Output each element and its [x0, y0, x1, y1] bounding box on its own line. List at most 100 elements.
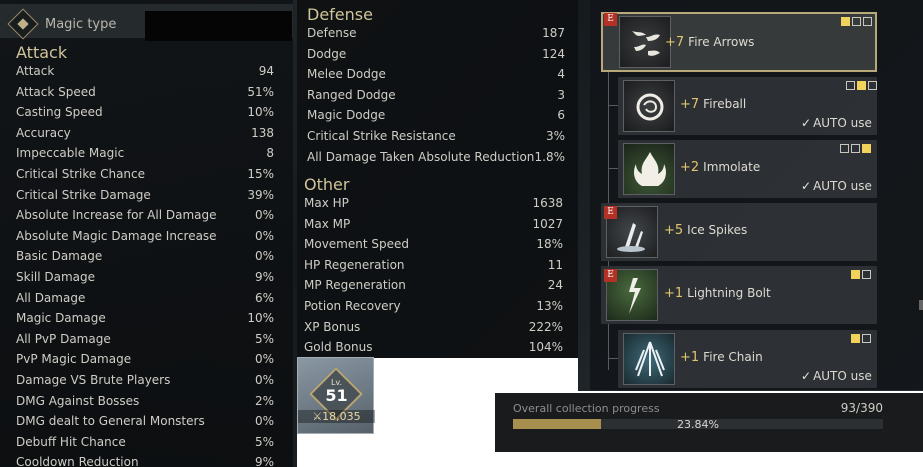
- stat-value: 10%: [247, 311, 274, 326]
- fire-chain-icon: [623, 333, 675, 385]
- stat-name: Basic Damage: [16, 249, 103, 264]
- stat-value: 18%: [536, 237, 563, 252]
- stat-value: 104%: [528, 340, 563, 355]
- magic-type-bar[interactable]: Magic type: [0, 4, 293, 41]
- tree-line: [608, 168, 618, 169]
- stat-value: 13%: [536, 298, 563, 313]
- scrollbar-thumb[interactable]: [919, 300, 923, 310]
- stat-name: Attack: [16, 64, 55, 78]
- skill-row-lightning-bolt[interactable]: +1 Lightning Bolt: [601, 266, 877, 324]
- checkmark-icon: ✓: [801, 369, 812, 383]
- other-section-title: Other: [304, 175, 350, 194]
- stat-value: 1.8%: [534, 149, 566, 164]
- attack-stat-row: Attack 94: [16, 61, 274, 82]
- skill-slot-pips[interactable]: [840, 144, 871, 153]
- attack-stat-row: Casting Speed 10%: [16, 102, 274, 123]
- defense-stat-list: Defense 187 Dodge 124 Melee Dodge 4 Ranged Dod…: [307, 23, 565, 167]
- stat-value: 0%: [254, 372, 274, 387]
- stat-name: All PvP Damage: [16, 331, 111, 346]
- skill-row-immolate[interactable]: +2 Immolate ✓ AUTO use: [618, 140, 877, 198]
- stat-value: 2%: [254, 393, 274, 408]
- attack-stat-row: Absolute Increase for All Damage 0%: [16, 205, 274, 226]
- defense-stat-row: Critical Strike Resistance 3%: [307, 126, 565, 147]
- slot-pip-filled: [851, 334, 860, 343]
- stat-value: 5%: [254, 434, 274, 449]
- stat-name: All Damage Taken Absolute Reduction: [307, 149, 535, 164]
- stat-value: 51%: [247, 84, 274, 99]
- stat-name: XP Bonus: [304, 319, 361, 334]
- skill-slot-pips[interactable]: [851, 270, 871, 279]
- immolate-icon: [623, 143, 675, 195]
- other-stat-row: Movement Speed 18%: [304, 234, 563, 255]
- level-badge[interactable]: Lv. 51 ⚔18,035: [297, 357, 375, 434]
- skill-slot-pips[interactable]: [851, 334, 871, 343]
- stat-value: 6: [557, 108, 565, 123]
- slot-pip-empty: [868, 81, 877, 90]
- stat-name: DMG dealt to General Monsters: [16, 414, 205, 429]
- stat-value: 15%: [247, 166, 274, 181]
- auto-use-toggle[interactable]: ✓ AUTO use: [801, 369, 872, 383]
- level-number: 51: [325, 386, 348, 405]
- stat-value: 187: [542, 26, 565, 40]
- other-stat-row: Max MP 1027: [304, 214, 563, 235]
- stat-name: Absolute Magic Damage Increase: [16, 228, 217, 243]
- magic-type-label: Magic type: [45, 17, 117, 32]
- attack-stat-row: All PvP Damage 5%: [16, 329, 274, 350]
- stat-value: 9%: [254, 455, 274, 467]
- e-badge: E: [604, 206, 617, 219]
- other-stat-row: Potion Recovery 13%: [304, 296, 563, 317]
- stat-name: Debuff Hit Chance: [16, 434, 126, 449]
- skill-label: +5 Ice Spikes: [664, 223, 748, 238]
- stat-value: 0%: [254, 249, 274, 264]
- diamond-crest-icon: [7, 8, 39, 40]
- stat-name: All Damage: [16, 290, 86, 305]
- stat-name: Defense: [307, 26, 357, 40]
- stat-value: 6%: [254, 290, 274, 305]
- stat-value: 4: [557, 67, 565, 82]
- other-stat-row: Gold Bonus 104%: [304, 337, 563, 358]
- stat-name: HP Regeneration: [304, 257, 405, 272]
- slot-pip-empty: [852, 17, 861, 26]
- skill-label: +7 Fireball: [680, 97, 747, 112]
- attack-stat-row: Critical Strike Chance 15%: [16, 164, 274, 185]
- progress-count: 93/390: [840, 401, 883, 415]
- stat-value: 0%: [254, 352, 274, 367]
- fire-arrows-icon: [619, 16, 671, 68]
- other-stat-row: XP Bonus 222%: [304, 317, 563, 338]
- slot-pip-empty: [862, 270, 871, 279]
- defense-stat-row: Melee Dodge 4: [307, 64, 565, 85]
- stat-name: DMG Against Bosses: [16, 393, 140, 408]
- attack-stat-row: Attack Speed 51%: [16, 82, 274, 103]
- skill-row-fireball[interactable]: +7 Fireball ✓ AUTO use: [618, 77, 877, 135]
- attack-stat-row: Cooldown Reduction 9%: [16, 452, 274, 467]
- stat-name: MP Regeneration: [304, 278, 406, 293]
- stat-value: 124: [542, 46, 565, 61]
- attack-stat-row: PvP Magic Damage 0%: [16, 349, 274, 370]
- stat-value: 24: [547, 278, 563, 293]
- skill-slot-pips[interactable]: [841, 17, 872, 26]
- skill-row-fire-chain[interactable]: +1 Fire Chain ✓ AUTO use: [618, 330, 877, 388]
- stat-value: 3: [557, 87, 565, 102]
- skill-label: +2 Immolate: [680, 160, 761, 175]
- defense-stat-row: Dodge 124: [307, 44, 565, 65]
- skill-row-ice-spikes[interactable]: +5 Ice Spikes: [601, 203, 877, 261]
- combat-power: ⚔18,035: [298, 410, 375, 423]
- auto-use-toggle[interactable]: ✓ AUTO use: [801, 116, 872, 130]
- skill-panel: +7Fire Arrows E +7Fireball ✓AUTO use: [590, 0, 923, 390]
- stat-value: 94: [258, 64, 274, 78]
- stat-name: Absolute Increase for All Damage: [16, 208, 217, 223]
- slot-pip-filled: [851, 270, 860, 279]
- progress-percent: 23.84%: [677, 418, 719, 431]
- skill-row-fire-arrows[interactable]: +7 Fire Arrows: [601, 12, 877, 72]
- checkmark-icon: ✓: [801, 116, 812, 130]
- slot-pip-empty: [846, 81, 855, 90]
- auto-use-toggle[interactable]: ✓ AUTO use: [801, 179, 872, 193]
- stat-value: 0%: [254, 414, 274, 429]
- other-stat-list: Max HP 1638 Max MP 1027 Movement Speed 18% HP …: [304, 193, 563, 358]
- slot-pip-empty: [851, 144, 860, 153]
- stat-name: Casting Speed: [16, 105, 103, 120]
- stat-name: Max HP: [304, 196, 349, 210]
- skill-label: +1 Lightning Bolt: [664, 286, 771, 301]
- skill-slot-pips[interactable]: [846, 81, 877, 90]
- defense-stat-row: Ranged Dodge 3: [307, 85, 565, 106]
